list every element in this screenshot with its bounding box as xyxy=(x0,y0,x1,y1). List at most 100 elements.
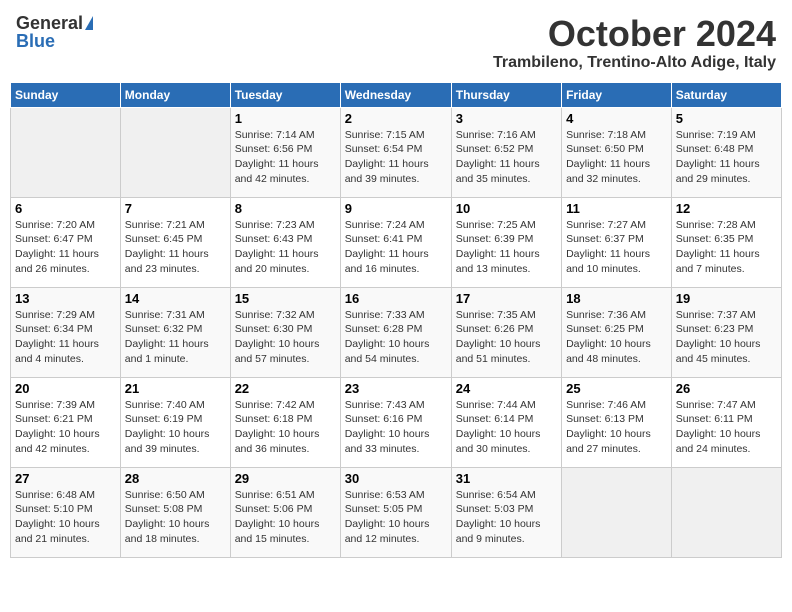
weekday-header-wednesday: Wednesday xyxy=(340,82,451,107)
calendar-cell: 7Sunrise: 7:21 AM Sunset: 6:45 PM Daylig… xyxy=(120,197,230,287)
day-number: 27 xyxy=(15,471,116,486)
calendar-cell xyxy=(11,107,121,197)
calendar-cell: 30 Sunrise: 6:53 AM Sunset: 5:05 PM Dayli… xyxy=(340,467,451,557)
day-info: Sunrise: 7:40 AM Sunset: 6:19 PM Dayligh… xyxy=(125,398,226,457)
day-number: 18 xyxy=(566,291,667,306)
calendar-cell: 22Sunrise: 7:42 AM Sunset: 6:18 PM Dayli… xyxy=(230,377,340,467)
day-info: Sunrise: 6:53 AM Sunset: 5:05 PM Dayligh… xyxy=(345,488,447,547)
day-info: Sunrise: 7:37 AM Sunset: 6:23 PM Dayligh… xyxy=(676,308,777,367)
weekday-header-friday: Friday xyxy=(562,82,672,107)
day-info: Sunrise: 7:27 AM Sunset: 6:37 PM Dayligh… xyxy=(566,218,667,277)
calendar-week-2: 6Sunrise: 7:20 AM Sunset: 6:47 PM Daylig… xyxy=(11,197,782,287)
day-number: 14 xyxy=(125,291,226,306)
day-number: 8 xyxy=(235,201,336,216)
weekday-header-sunday: Sunday xyxy=(11,82,121,107)
calendar-cell: 1 Sunrise: 7:14 AM Sunset: 6:56 PM Daylig… xyxy=(230,107,340,197)
day-info: Sunrise: 7:39 AM Sunset: 6:21 PM Dayligh… xyxy=(15,398,116,457)
day-info: Sunrise: 7:42 AM Sunset: 6:18 PM Dayligh… xyxy=(235,398,336,457)
day-number: 19 xyxy=(676,291,777,306)
calendar-cell: 31Sunrise: 6:54 AM Sunset: 5:03 PM Dayli… xyxy=(451,467,561,557)
weekday-header-row: SundayMondayTuesdayWednesdayThursdayFrid… xyxy=(11,82,782,107)
month-title: October 2024 xyxy=(493,14,776,54)
calendar-cell: 13Sunrise: 7:29 AM Sunset: 6:34 PM Dayli… xyxy=(11,287,121,377)
day-number: 25 xyxy=(566,381,667,396)
calendar-cell: 15 Sunrise: 7:32 AM Sunset: 6:30 PM Dayli… xyxy=(230,287,340,377)
calendar-cell xyxy=(562,467,672,557)
calendar-cell: 17 Sunrise: 7:35 AM Sunset: 6:26 PM Dayli… xyxy=(451,287,561,377)
day-number: 23 xyxy=(345,381,447,396)
day-number: 7 xyxy=(125,201,226,216)
logo-general-text: General xyxy=(16,14,83,32)
day-info: Sunrise: 7:24 AM Sunset: 6:41 PM Dayligh… xyxy=(345,218,447,277)
calendar-cell: 8Sunrise: 7:23 AM Sunset: 6:43 PM Daylig… xyxy=(230,197,340,287)
calendar-week-5: 27 Sunrise: 6:48 AM Sunset: 5:10 PM Dayli… xyxy=(11,467,782,557)
day-number: 3 xyxy=(456,111,557,126)
calendar-cell: 3 Sunrise: 7:16 AM Sunset: 6:52 PM Daylig… xyxy=(451,107,561,197)
day-info: Sunrise: 7:25 AM Sunset: 6:39 PM Dayligh… xyxy=(456,218,557,277)
calendar-cell xyxy=(120,107,230,197)
day-info: Sunrise: 7:14 AM Sunset: 6:56 PM Dayligh… xyxy=(235,128,336,187)
weekday-header-saturday: Saturday xyxy=(671,82,781,107)
calendar-cell: 20 Sunrise: 7:39 AM Sunset: 6:21 PM Dayli… xyxy=(11,377,121,467)
day-info: Sunrise: 6:54 AM Sunset: 5:03 PM Dayligh… xyxy=(456,488,557,547)
day-number: 2 xyxy=(345,111,447,126)
calendar-cell xyxy=(671,467,781,557)
calendar-cell: 4Sunrise: 7:18 AM Sunset: 6:50 PM Daylig… xyxy=(562,107,672,197)
page-header: General Blue October 2024 Trambileno, Tr… xyxy=(10,10,782,76)
logo-triangle-icon xyxy=(85,16,93,30)
day-number: 20 xyxy=(15,381,116,396)
calendar-cell: 27 Sunrise: 6:48 AM Sunset: 5:10 PM Dayli… xyxy=(11,467,121,557)
day-number: 9 xyxy=(345,201,447,216)
day-info: Sunrise: 7:47 AM Sunset: 6:11 PM Dayligh… xyxy=(676,398,777,457)
day-number: 10 xyxy=(456,201,557,216)
calendar-week-1: 1 Sunrise: 7:14 AM Sunset: 6:56 PM Daylig… xyxy=(11,107,782,197)
day-number: 12 xyxy=(676,201,777,216)
location-title: Trambileno, Trentino-Alto Adige, Italy xyxy=(493,54,776,72)
calendar-cell: 12 Sunrise: 7:28 AM Sunset: 6:35 PM Dayli… xyxy=(671,197,781,287)
calendar-cell: 6Sunrise: 7:20 AM Sunset: 6:47 PM Daylig… xyxy=(11,197,121,287)
calendar-cell: 19 Sunrise: 7:37 AM Sunset: 6:23 PM Dayli… xyxy=(671,287,781,377)
calendar-cell: 18 Sunrise: 7:36 AM Sunset: 6:25 PM Dayli… xyxy=(562,287,672,377)
day-info: Sunrise: 7:20 AM Sunset: 6:47 PM Dayligh… xyxy=(15,218,116,277)
day-number: 16 xyxy=(345,291,447,306)
day-info: Sunrise: 7:44 AM Sunset: 6:14 PM Dayligh… xyxy=(456,398,557,457)
day-info: Sunrise: 7:28 AM Sunset: 6:35 PM Dayligh… xyxy=(676,218,777,277)
day-info: Sunrise: 7:16 AM Sunset: 6:52 PM Dayligh… xyxy=(456,128,557,187)
calendar-cell: 9 Sunrise: 7:24 AM Sunset: 6:41 PM Daylig… xyxy=(340,197,451,287)
calendar-cell: 11 Sunrise: 7:27 AM Sunset: 6:37 PM Dayli… xyxy=(562,197,672,287)
calendar-cell: 21Sunrise: 7:40 AM Sunset: 6:19 PM Dayli… xyxy=(120,377,230,467)
day-info: Sunrise: 7:29 AM Sunset: 6:34 PM Dayligh… xyxy=(15,308,116,367)
day-info: Sunrise: 7:36 AM Sunset: 6:25 PM Dayligh… xyxy=(566,308,667,367)
day-number: 11 xyxy=(566,201,667,216)
day-info: Sunrise: 6:48 AM Sunset: 5:10 PM Dayligh… xyxy=(15,488,116,547)
calendar-cell: 28 Sunrise: 6:50 AM Sunset: 5:08 PM Dayli… xyxy=(120,467,230,557)
calendar-cell: 5Sunrise: 7:19 AM Sunset: 6:48 PM Daylig… xyxy=(671,107,781,197)
logo: General Blue xyxy=(16,14,93,50)
calendar-cell: 14 Sunrise: 7:31 AM Sunset: 6:32 PM Dayli… xyxy=(120,287,230,377)
calendar-week-3: 13Sunrise: 7:29 AM Sunset: 6:34 PM Dayli… xyxy=(11,287,782,377)
day-number: 29 xyxy=(235,471,336,486)
day-info: Sunrise: 7:18 AM Sunset: 6:50 PM Dayligh… xyxy=(566,128,667,187)
day-info: Sunrise: 7:35 AM Sunset: 6:26 PM Dayligh… xyxy=(456,308,557,367)
calendar-cell: 29Sunrise: 6:51 AM Sunset: 5:06 PM Dayli… xyxy=(230,467,340,557)
day-info: Sunrise: 7:33 AM Sunset: 6:28 PM Dayligh… xyxy=(345,308,447,367)
weekday-header-monday: Monday xyxy=(120,82,230,107)
calendar-cell: 16 Sunrise: 7:33 AM Sunset: 6:28 PM Dayli… xyxy=(340,287,451,377)
day-number: 15 xyxy=(235,291,336,306)
day-number: 28 xyxy=(125,471,226,486)
day-info: Sunrise: 7:32 AM Sunset: 6:30 PM Dayligh… xyxy=(235,308,336,367)
day-number: 26 xyxy=(676,381,777,396)
calendar-cell: 2 Sunrise: 7:15 AM Sunset: 6:54 PM Daylig… xyxy=(340,107,451,197)
day-number: 17 xyxy=(456,291,557,306)
day-info: Sunrise: 7:19 AM Sunset: 6:48 PM Dayligh… xyxy=(676,128,777,187)
day-number: 1 xyxy=(235,111,336,126)
calendar-week-4: 20 Sunrise: 7:39 AM Sunset: 6:21 PM Dayli… xyxy=(11,377,782,467)
day-info: Sunrise: 6:50 AM Sunset: 5:08 PM Dayligh… xyxy=(125,488,226,547)
calendar-cell: 23Sunrise: 7:43 AM Sunset: 6:16 PM Dayli… xyxy=(340,377,451,467)
logo-blue-text: Blue xyxy=(16,32,55,50)
day-number: 30 xyxy=(345,471,447,486)
day-info: Sunrise: 7:31 AM Sunset: 6:32 PM Dayligh… xyxy=(125,308,226,367)
title-block: October 2024 Trambileno, Trentino-Alto A… xyxy=(493,14,776,72)
day-number: 24 xyxy=(456,381,557,396)
day-info: Sunrise: 7:15 AM Sunset: 6:54 PM Dayligh… xyxy=(345,128,447,187)
